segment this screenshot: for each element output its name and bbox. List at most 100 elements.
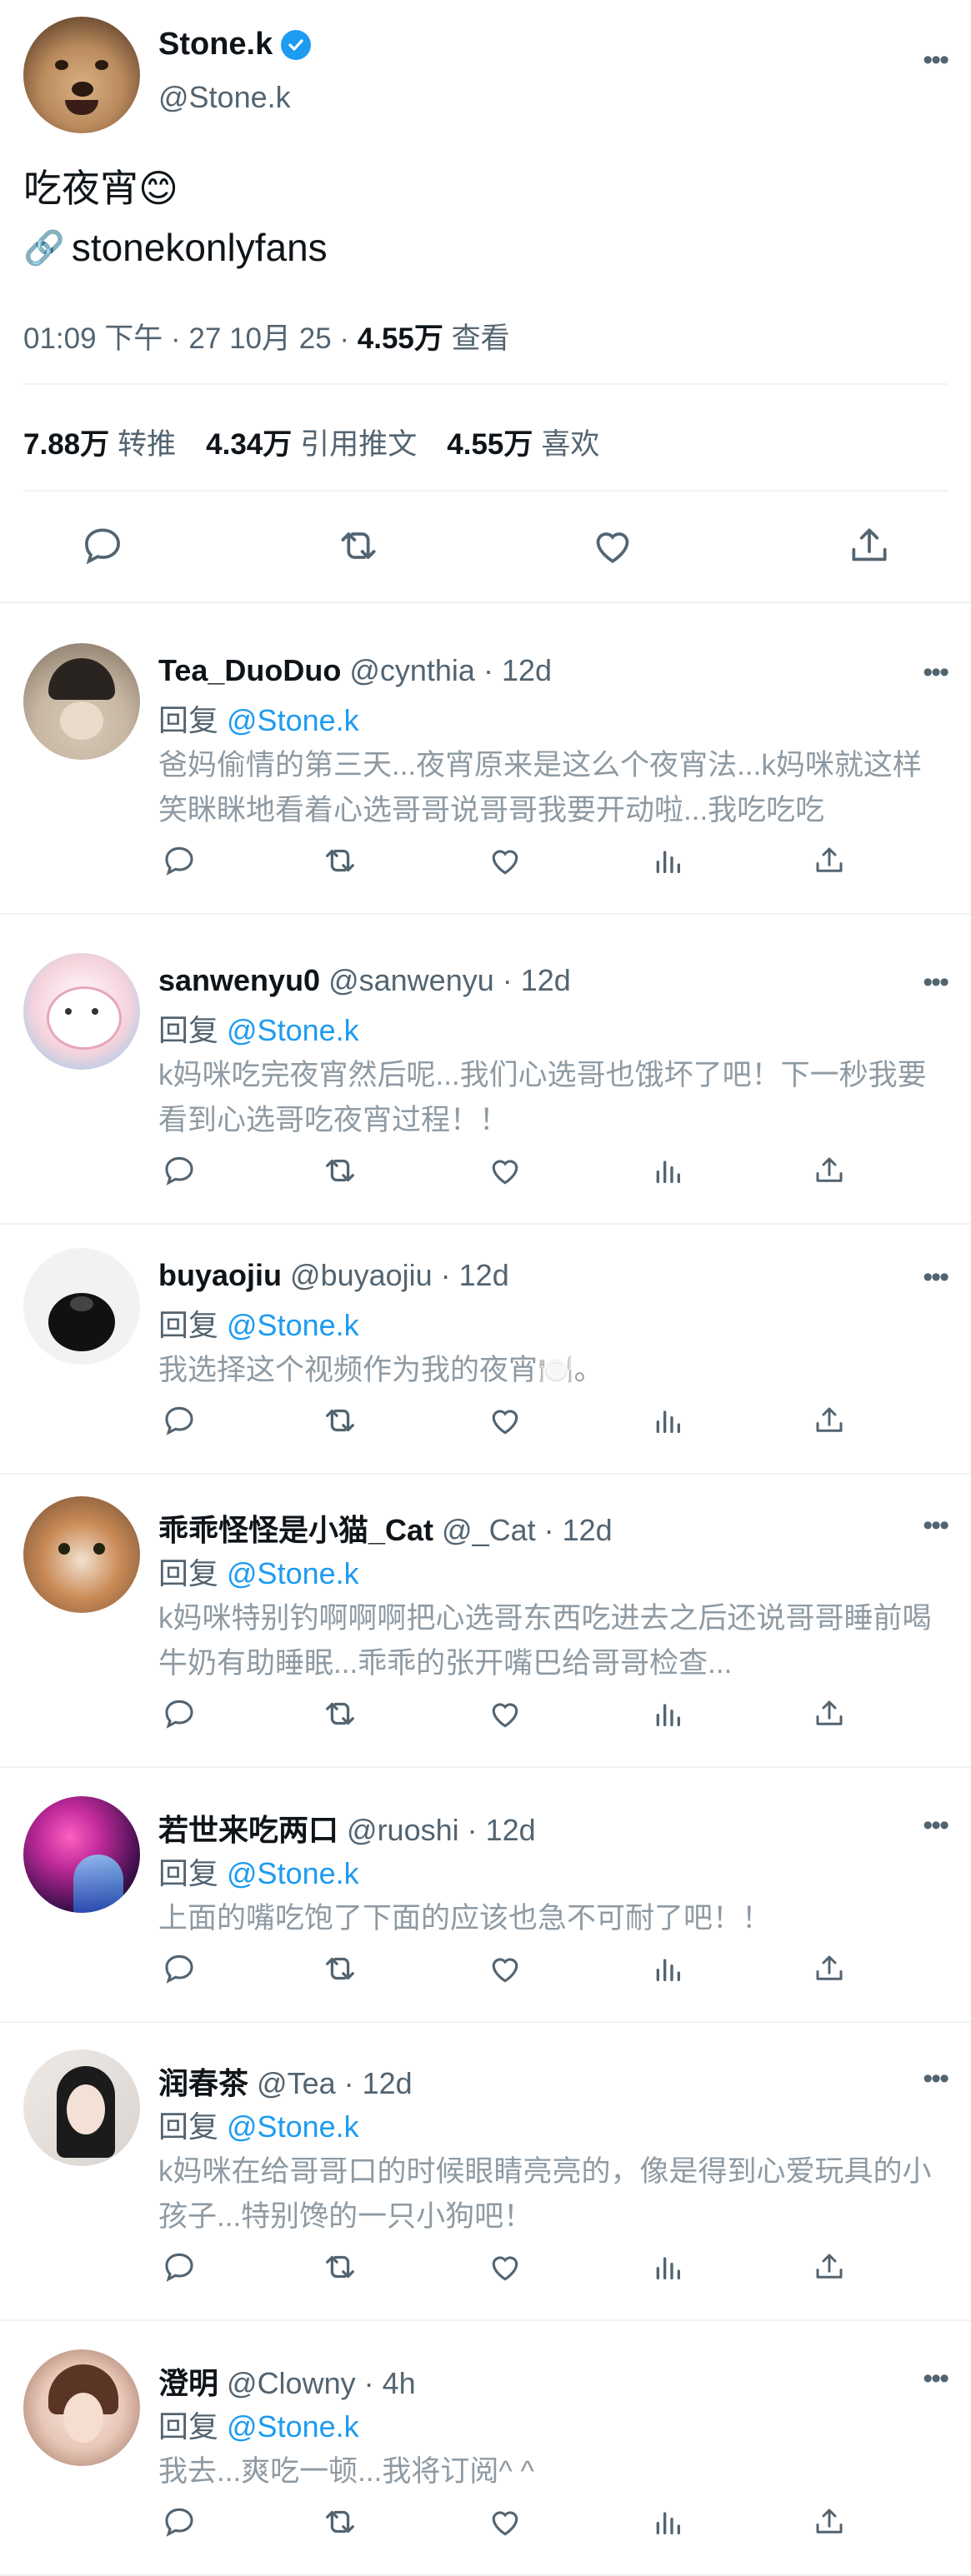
- replying-prefix: 回复: [158, 2409, 228, 2444]
- main-author-handle[interactable]: @Stone.k: [158, 80, 291, 115]
- share-icon[interactable]: [808, 2246, 850, 2288]
- likes-stat[interactable]: 4.55万 喜欢: [447, 421, 599, 463]
- reply-display-name[interactable]: 润春茶: [158, 2066, 248, 2100]
- replying-mention[interactable]: @Stone.k: [227, 703, 359, 737]
- replying-mention[interactable]: @Stone.k: [227, 1556, 359, 1590]
- reply-avatar[interactable]: [23, 1248, 140, 1365]
- reply-avatar[interactable]: [23, 1496, 140, 1613]
- reply-item[interactable]: 澄明 @Clowny · 4h ••• 回复 @Stone.k 我去...爽吃一…: [0, 2309, 971, 2576]
- share-icon[interactable]: [808, 1948, 850, 1989]
- reply-avatar[interactable]: [23, 2349, 140, 2466]
- retweet-icon[interactable]: [319, 1400, 361, 1441]
- share-icon[interactable]: [808, 1693, 850, 1735]
- retweets-stat[interactable]: 7.88万 转推: [23, 421, 176, 463]
- quotes-stat[interactable]: 4.34万 引用推文: [206, 421, 417, 463]
- reply-icon[interactable]: [158, 2501, 200, 2543]
- reply-icon[interactable]: [158, 1150, 200, 1191]
- reply-handle-time: @sanwenyu · 12d: [320, 963, 571, 997]
- main-author-avatar[interactable]: [23, 17, 140, 133]
- views-icon[interactable]: [647, 2501, 688, 2543]
- quotes-label: 引用推文: [300, 428, 418, 461]
- more-icon[interactable]: •••: [923, 968, 949, 996]
- retweet-icon[interactable]: [329, 517, 388, 575]
- avatar-eye: [95, 60, 108, 70]
- more-icon[interactable]: •••: [923, 1811, 949, 1840]
- views-icon[interactable]: [647, 840, 688, 881]
- replying-mention[interactable]: @Stone.k: [227, 1856, 359, 1890]
- like-icon[interactable]: [484, 1400, 526, 1441]
- reply-display-name[interactable]: buyaojiu: [158, 1258, 282, 1292]
- reply-text: 我去...爽吃一顿...我将订阅^ ^: [158, 2455, 534, 2488]
- reply-avatar[interactable]: [23, 953, 140, 1070]
- views-icon[interactable]: [647, 1150, 688, 1191]
- replying-mention[interactable]: @Stone.k: [227, 2409, 359, 2444]
- main-author-name[interactable]: Stone.k: [158, 27, 312, 62]
- views-icon[interactable]: [647, 1948, 688, 1989]
- replying-mention[interactable]: @Stone.k: [227, 2109, 359, 2144]
- reply-item[interactable]: 润春茶 @Tea · 12d ••• 回复 @Stone.k k妈咪在给哥哥口的…: [0, 2009, 971, 2321]
- reply-action-bar: [158, 1693, 858, 1735]
- share-icon[interactable]: [808, 1150, 850, 1191]
- like-icon[interactable]: [484, 2246, 526, 2288]
- replying-to: 回复 @Stone.k: [158, 1006, 359, 1050]
- reply-header: buyaojiu @buyaojiu · 12d: [158, 1258, 509, 1293]
- views-icon[interactable]: [647, 2246, 688, 2288]
- retweet-icon[interactable]: [319, 2501, 361, 2543]
- reply-display-name[interactable]: sanwenyu0: [158, 963, 320, 997]
- reply-item[interactable]: 若世来吃两口 @ruoshi · 12d ••• 回复 @Stone.k 上面的…: [0, 1756, 971, 2023]
- link-text[interactable]: stonekonlyfans: [72, 225, 328, 270]
- share-icon[interactable]: [808, 840, 850, 881]
- replying-mention[interactable]: @Stone.k: [227, 1308, 359, 1342]
- replying-mention[interactable]: @Stone.k: [227, 1013, 359, 1047]
- more-icon[interactable]: •••: [923, 1263, 949, 1291]
- reply-item[interactable]: buyaojiu @buyaojiu · 12d ••• 回复 @Stone.k…: [0, 1208, 971, 1475]
- like-icon[interactable]: [484, 2501, 526, 2543]
- more-icon[interactable]: •••: [923, 1511, 949, 1540]
- more-icon[interactable]: •••: [923, 2064, 949, 2093]
- like-icon[interactable]: [484, 840, 526, 881]
- reply-display-name[interactable]: 若世来吃两口: [158, 1813, 338, 1847]
- share-icon[interactable]: [808, 2501, 850, 2543]
- share-icon[interactable]: [840, 517, 898, 575]
- more-icon[interactable]: •••: [923, 46, 949, 74]
- reply-avatar[interactable]: [23, 643, 140, 760]
- views-icon[interactable]: [647, 1400, 688, 1441]
- reply-handle-time: @ruoshi · 12d: [338, 1813, 536, 1847]
- reply-handle-time: @Tea · 12d: [248, 2066, 413, 2100]
- reply-display-name[interactable]: 乖乖怪怪是小猫_Cat: [158, 1513, 433, 1547]
- reply-icon[interactable]: [73, 517, 132, 575]
- like-icon[interactable]: [484, 1948, 526, 1989]
- reply-icon[interactable]: [158, 1948, 200, 1989]
- reply-item[interactable]: 乖乖怪怪是小猫_Cat @_Cat · 12d ••• 回复 @Stone.k …: [0, 1456, 971, 1768]
- tweet-link[interactable]: 🔗 stonekonlyfans: [23, 225, 328, 270]
- like-icon[interactable]: [484, 1693, 526, 1735]
- views-icon[interactable]: [647, 1693, 688, 1735]
- views-label: 查看: [443, 322, 510, 355]
- reply-icon[interactable]: [158, 1400, 200, 1441]
- reply-icon[interactable]: [158, 840, 200, 881]
- more-icon[interactable]: •••: [923, 2364, 949, 2393]
- retweet-icon[interactable]: [319, 1150, 361, 1191]
- retweet-icon[interactable]: [319, 2246, 361, 2288]
- share-icon[interactable]: [808, 1400, 850, 1441]
- reply-avatar[interactable]: [23, 1796, 140, 1913]
- retweet-icon[interactable]: [319, 1693, 361, 1735]
- more-icon[interactable]: •••: [923, 658, 949, 686]
- retweets-count: 7.88万: [23, 428, 110, 461]
- reply-avatar[interactable]: [23, 2049, 140, 2166]
- display-name[interactable]: Stone.k: [158, 27, 273, 62]
- reply-icon[interactable]: [158, 2246, 200, 2288]
- reply-text: 爸妈偷情的第三天...夜宵原来是这么个夜宵法...k妈咪就这样笑眯眯地看着心选哥…: [158, 749, 922, 826]
- retweet-icon[interactable]: [319, 1948, 361, 1989]
- reply-display-name[interactable]: Tea_DuoDuo: [158, 653, 341, 687]
- reply-item[interactable]: Tea_DuoDuo @cynthia · 12d ••• 回复 @Stone.…: [0, 603, 971, 915]
- reply-item[interactable]: sanwenyu0 @sanwenyu · 12d ••• 回复 @Stone.…: [0, 913, 971, 1225]
- like-icon[interactable]: [484, 1150, 526, 1191]
- retweet-icon[interactable]: [319, 840, 361, 881]
- like-icon[interactable]: [583, 517, 642, 575]
- tweet-text: 吃夜宵😊: [23, 167, 178, 210]
- reply-handle-time: @_Cat · 12d: [433, 1513, 613, 1547]
- reply-display-name[interactable]: 澄明: [158, 2366, 218, 2400]
- reply-icon[interactable]: [158, 1693, 200, 1735]
- reply-text: 上面的嘴吃饱了下面的应该也急不可耐了吧！！: [158, 1902, 772, 1934]
